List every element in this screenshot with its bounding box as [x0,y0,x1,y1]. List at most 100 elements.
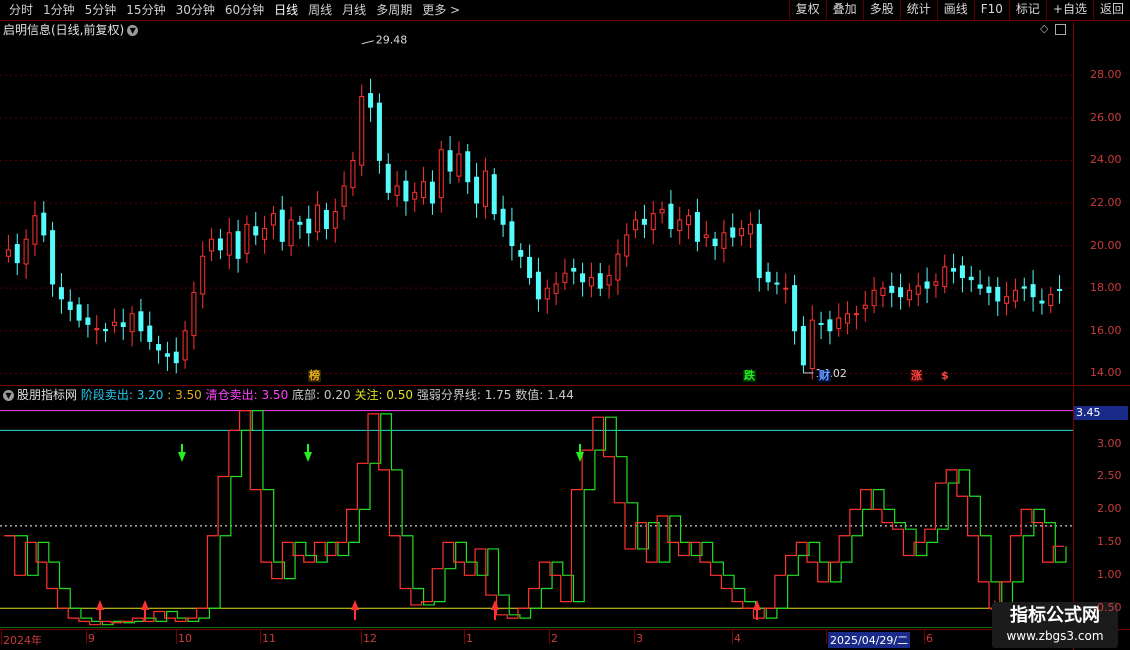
period-tab-9[interactable]: 多周期 [371,2,417,18]
period-tab-5[interactable]: 60分钟 [220,2,269,18]
period-tab-4[interactable]: 30分钟 [171,2,220,18]
toolbar-button-6[interactable]: 标记 [1008,0,1046,20]
date-label-8: 4 [734,632,741,645]
event-mark-2[interactable]: 财 [818,370,831,382]
period-tab-1[interactable]: 1分钟 [38,2,80,18]
indicator-tick-label: 2.00 [1097,502,1122,516]
toolbar-button-4[interactable]: 画线 [936,0,974,20]
period-tab-3[interactable]: 15分钟 [121,2,170,18]
price-chart[interactable]: 29.4814.02 [0,22,1073,384]
candle-body [845,313,851,324]
candle-body [747,223,753,235]
candle-body [421,181,427,199]
indicator-tick-label: 2.50 [1097,469,1122,483]
candle-body [650,213,656,231]
toolbar-button-2[interactable]: 多股 [862,0,900,20]
candle-body [712,238,718,247]
candle-body [562,272,568,283]
candle-body [1012,289,1018,302]
candle-body [173,351,179,364]
candle-body [270,213,276,226]
candle-body [412,191,418,200]
candle-body [500,208,506,225]
candle-body [898,287,904,298]
param-2: 清仓卖出: 3.50 [201,388,289,402]
candle-body [818,322,824,325]
date-tick [176,630,177,644]
candle-body [306,218,312,234]
chevron-down-icon[interactable]: ▼ [3,390,14,401]
xaxis-divider [0,629,1130,630]
candle-body [721,232,727,249]
toolbar-button-5[interactable]: F10 [973,0,1009,20]
toolbar-button-0[interactable]: 复权 [788,0,826,20]
candle-body [368,93,374,108]
candle-body [67,301,73,310]
date-tick [826,630,827,644]
event-mark-4[interactable]: $ [940,370,950,382]
param-0: 阶段卖出: 3.20 [80,388,164,402]
candle-body [509,221,515,247]
param-6: 数值: 1.44 [511,388,574,402]
period-tab-0[interactable]: 分时 [4,2,38,18]
event-mark-3[interactable]: 涨 [910,370,923,382]
date-tick [1,630,2,644]
indicator-tick-label: 1.00 [1097,568,1122,582]
date-label-10: 6 [926,632,933,645]
candle-body [765,271,771,283]
date-label-2: 10 [178,632,192,645]
candle-body [191,291,197,337]
event-mark-0[interactable]: 榜 [308,370,321,382]
candle-body [182,330,188,361]
candle-body [871,289,877,307]
candle-body [1030,284,1036,298]
axis-divider [1073,22,1074,650]
candle-body [350,159,356,189]
candle-body [1021,286,1027,289]
toolbar-button-1[interactable]: 叠加 [825,0,863,20]
candle-body [385,163,391,193]
candle-body [482,170,488,207]
date-tick [924,630,925,644]
period-tab-10[interactable]: 更多 > [417,2,465,18]
candle-body [862,304,868,309]
candle-body [341,185,347,207]
candle-body [597,273,603,289]
toolbar-button-8[interactable]: 返回 [1092,0,1130,20]
candle-body [836,317,842,330]
date-tick [260,630,261,644]
candle-body [633,219,639,231]
period-tab-8[interactable]: 月线 [337,2,371,18]
candle-body [739,228,745,237]
indicator-params: 阶段卖出: 3.20 : 3.50 清仓卖出: 3.50 底部: 0.20 关注… [81,388,574,402]
price-tick-label: 28.00 [1090,68,1122,82]
indicator-chart[interactable] [0,404,1073,628]
period-tab-7[interactable]: 周线 [303,2,337,18]
candle-body [933,281,939,286]
candle-body [332,211,338,229]
date-tick [361,630,362,644]
toolbar-button-7[interactable]: +自选 [1045,0,1093,20]
panel-divider [0,385,1130,386]
candle-body [429,181,435,204]
candle-body [164,353,170,357]
candle-body [968,276,974,281]
candle-body [588,277,594,287]
period-tab-6[interactable]: 日线 [269,2,303,18]
date-label-9: 2025/04/29/二 [828,632,911,648]
candle-body [694,212,700,242]
price-tick-label: 18.00 [1090,281,1122,295]
period-tabs: 分时 1分钟 5分钟 15分钟 30分钟 60分钟 日线 周线 月线 多周期 更多 > [4,2,465,18]
period-tab-2[interactable]: 5分钟 [80,2,122,18]
event-mark-1[interactable]: 跌 [743,370,756,382]
candle-body [120,322,126,328]
date-tick [464,630,465,644]
candle-body [686,215,692,226]
toolbar-button-3[interactable]: 统计 [899,0,937,20]
candle-body [792,285,798,332]
candle-body [915,285,921,295]
candle-body [447,150,453,172]
date-label-7: 3 [636,632,643,645]
candle-body [200,255,206,295]
candle-body [783,287,789,290]
